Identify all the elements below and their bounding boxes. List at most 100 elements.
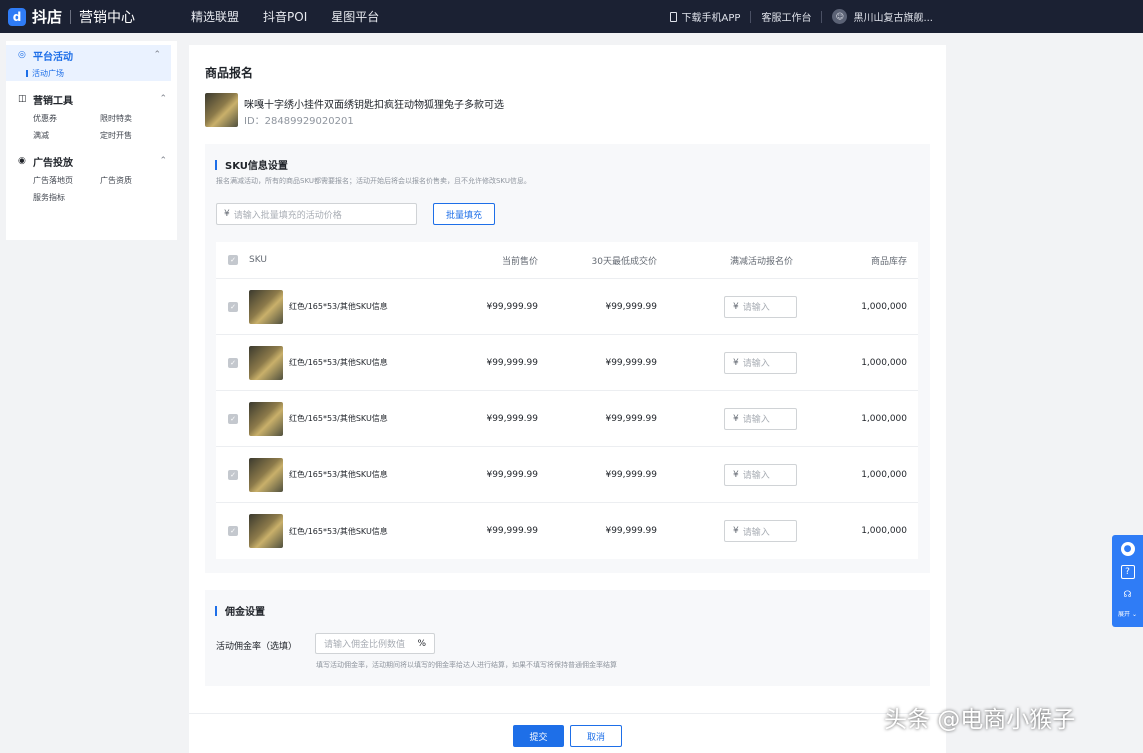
lowest-price: ¥99,999.99 [605,357,657,368]
check-icon: ✓ [228,469,238,480]
chevron-up-icon: ⌃ [159,156,167,166]
yen-icon: ¥ [224,209,230,219]
current-price: ¥99,999.99 [486,526,538,536]
row-checkbox[interactable]: ✓ [228,447,238,502]
sku-section-title-text: SKU信息设置 [225,161,288,172]
table-header: ✓ SKU 当前售价 30天最低成交价 满减活动报名价 商品库存 [216,242,918,279]
service-desk-link[interactable]: 客服工作台 [751,9,821,24]
current-price: ¥99,999.99 [486,357,538,368]
register-price-placeholder: 请输入 [742,303,770,313]
row-checkbox[interactable]: ✓ [228,503,238,559]
cancel-button[interactable]: 取消 [570,725,622,747]
sidebar-group-header-tools[interactable]: ◫ 营销工具 ⌃ [6,89,177,109]
lowest-price: ¥99,999.99 [605,413,657,424]
register-price-input[interactable]: ¥ 请输入 [724,520,797,542]
sidebar-item-coupon[interactable]: 优惠券 [33,113,100,124]
stock: 1,000,000 [861,357,907,368]
lowest-price: ¥99,999.99 [605,469,657,480]
sku-table: ✓ SKU 当前售价 30天最低成交价 满减活动报名价 商品库存 ✓ 红色/16… [216,242,918,559]
main-card: 商品报名 咪嘎十字绣小挂件双面绣钥匙扣疯狂动物狐狸兔子多款可选 ID：28489… [189,45,946,753]
sidebar-item-activity-square[interactable]: 活动广场 [6,65,171,81]
row-checkbox[interactable]: ✓ [228,279,238,334]
yen-icon: ¥ [733,469,739,480]
section-bar [215,605,217,616]
select-all-checkbox[interactable]: ✓ [228,242,238,278]
sidebar-group-label: 平台活动 [33,51,73,63]
check-icon: ✓ [228,301,238,312]
row-checkbox[interactable]: ✓ [228,391,238,446]
product-image [205,93,238,127]
top-bar: d 抖店 营销中心 精选联盟 抖音POI 星图平台 下载手机APP 客服工作台 … [0,0,1143,33]
logo[interactable]: d 抖店 营销中心 [8,6,135,27]
top-nav-item-union[interactable]: 精选联盟 [191,8,239,25]
register-price-cell: ¥ 请输入 [724,391,797,446]
yen-icon: ¥ [733,357,739,368]
stock: 1,000,000 [861,469,907,480]
top-right-tools: 下载手机APP 客服工作台 ☺ 黑川山复古旗舰... [660,9,943,24]
sidebar-item-scheduled-sale[interactable]: 定时开售 [100,130,170,141]
commission-note: 填写活动佣金率，活动期间将以填写的佣金率给达人进行结算，如果不填写将保持普通佣金… [316,661,617,669]
stock: 1,000,000 [861,526,907,536]
lowest-price: ¥99,999.99 [605,526,657,536]
sidebar-item-flash-sale[interactable]: 限时特卖 [100,113,170,124]
submit-button[interactable]: 提交 [513,725,564,747]
register-price-placeholder: 请输入 [742,471,770,481]
headset-icon[interactable]: ☊ [1121,588,1135,602]
footer-divider [189,713,946,714]
table-row: ✓ 红色/165*53/其他SKU信息 ¥99,999.99 ¥99,999.9… [216,447,918,503]
chat-icon[interactable]: ● [1120,542,1135,556]
sku-image [249,345,283,380]
sidebar-item-full-reduction[interactable]: 满减 [33,130,100,141]
download-app-link[interactable]: 下载手机APP [660,9,751,24]
sidebar-group-tools: ◫ 营销工具 ⌃ 优惠券 限时特卖 满减 定时开售 [6,89,177,141]
target-icon: ◎ [18,50,26,60]
sidebar-item-ad-landing[interactable]: 广告落地页 [33,175,100,186]
register-price-cell: ¥ 请输入 [724,279,797,334]
table-row: ✓ 红色/165*53/其他SKU信息 ¥99,999.99 ¥99,999.9… [216,279,918,335]
sidebar-group-label: 营销工具 [33,95,73,107]
batch-fill-button[interactable]: 批量填充 [433,203,495,225]
batch-price-input[interactable]: ¥ 请输入批量填充的活动价格 [216,203,417,225]
sidebar-items: 广告落地页 广告资质 服务指标 [6,175,177,203]
register-price-input[interactable]: ¥ 请输入 [724,463,797,486]
register-price-placeholder: 请输入 [742,527,770,538]
register-price-input[interactable]: ¥ 请输入 [724,295,797,318]
account-menu[interactable]: ☺ 黑川山复古旗舰... [822,9,943,24]
sidebar-group-header-platform[interactable]: ◎ 平台活动 ⌃ [6,45,171,65]
sku-image [249,401,283,436]
help-icon[interactable]: ? [1120,565,1135,579]
table-row: ✓ 红色/165*53/其他SKU信息 ¥99,999.99 ¥99,999.9… [216,391,918,447]
expand-toggle[interactable]: 展开 ⌄ [1118,609,1137,618]
logo-text: 抖店 [32,8,63,26]
shop-name: 黑川山复古旗舰... [853,13,933,24]
yen-icon: ¥ [733,413,739,424]
current-price: ¥99,999.99 [486,301,538,312]
top-nav-item-xingtu[interactable]: 星图平台 [331,8,379,25]
table-row: ✓ 红色/165*53/其他SKU信息 ¥99,999.99 ¥99,999.9… [216,503,918,559]
top-nav: 精选联盟 抖音POI 星图平台 [191,8,403,25]
check-icon: ✓ [228,357,238,368]
register-price-placeholder: 请输入 [742,359,770,369]
row-checkbox[interactable]: ✓ [228,335,238,390]
current-price: ¥99,999.99 [486,413,538,424]
sidebar-group-header-ads[interactable]: ◉ 广告投放 ⌃ [6,151,177,171]
sku-image [249,457,283,492]
column-header-sku: SKU [249,255,267,265]
section-bar [215,159,217,170]
register-price-input[interactable]: ¥ 请输入 [724,351,797,374]
sidebar-item-service-metrics[interactable]: 服务指标 [33,192,100,203]
commission-rate-input[interactable]: 请输入佣金比例数值 % [315,633,435,654]
top-nav-item-poi[interactable]: 抖音POI [263,8,307,25]
check-icon: ✓ [228,526,238,536]
column-header-price: 当前售价 [501,256,538,267]
sku-name: 红色/165*53/其他SKU信息 [289,526,388,536]
avatar-icon: ☺ [832,9,848,24]
phone-icon [669,11,677,22]
sidebar-group-platform: ◎ 平台活动 ⌃ 活动广场 [6,45,177,81]
register-price-input[interactable]: ¥ 请输入 [724,407,797,430]
logo-divider [70,9,72,24]
sidebar-item-ad-qualification[interactable]: 广告资质 [100,175,170,186]
stock: 1,000,000 [861,301,907,312]
column-header-register-price: 满减活动报名价 [730,256,794,267]
register-price-placeholder: 请输入 [742,415,770,425]
